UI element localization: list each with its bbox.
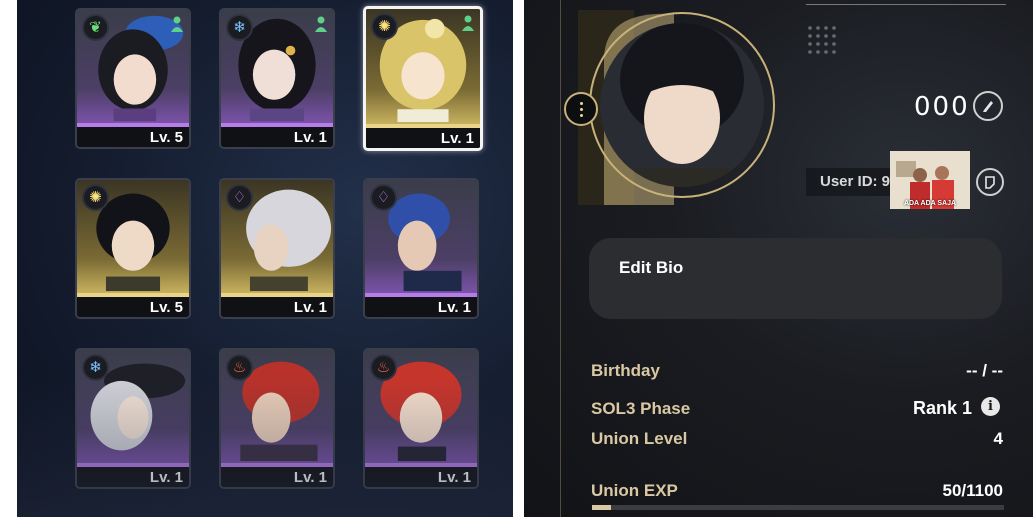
birthday-label: Birthday: [591, 361, 660, 380]
light-icon: ✺: [371, 13, 398, 40]
sol3-phase-value: Rank 1: [912, 398, 972, 418]
character-level: Lv. 1: [77, 467, 189, 487]
light-icon: ✺: [82, 184, 109, 211]
info-icon[interactable]: i: [981, 397, 1000, 416]
decor-divider: [806, 4, 1006, 5]
character-card[interactable]: ♢ Lv. 1: [363, 178, 479, 319]
union-level-value: 4: [993, 429, 1003, 448]
character-card[interactable]: ❄ Lv. 1: [75, 348, 191, 489]
character-level: Lv. 1: [221, 467, 333, 487]
copy-icon: [985, 176, 995, 189]
union-exp-label: Union EXP: [591, 481, 678, 500]
character-card[interactable]: ✺ Lv. 5: [75, 178, 191, 319]
character-card[interactable]: ♨ Lv. 1: [219, 348, 335, 489]
nature-icon: ❦: [82, 14, 109, 41]
character-level: Lv. 1: [221, 127, 333, 147]
union-exp-bar: [592, 505, 1004, 510]
copy-id-button[interactable]: [976, 168, 1004, 196]
pin-badge-icon: [315, 16, 327, 32]
character-card-selected[interactable]: ✺ Lv. 1: [363, 6, 483, 151]
void-icon: ♢: [370, 184, 397, 211]
birthday-value: -- / --: [966, 361, 1003, 380]
frost-icon: ❄: [82, 354, 109, 381]
video-caption: ADA ADA SAJA: [903, 200, 957, 207]
edit-bio-box[interactable]: Edit Bio: [589, 238, 1002, 319]
decor-divider: [560, 0, 561, 517]
profile-panel: 000 User ID: 9 ADA ADA SAJA Edit Bio Bir…: [524, 0, 1033, 517]
more-options-button[interactable]: [564, 92, 598, 126]
video-overlay-thumbnail: ADA ADA SAJA: [890, 151, 970, 209]
frost-icon: ❄: [226, 14, 253, 41]
void-icon: ♢: [226, 184, 253, 211]
character-roster-panel: ❦ Lv. 5 ❄ Lv. 1 ✺ Lv. 1 ✺ Lv. 5 ♢ Lv. 1 …: [17, 0, 513, 517]
union-level-label: Union Level: [591, 429, 688, 448]
pin-badge-icon: [171, 16, 183, 32]
character-card[interactable]: ♢ Lv. 1: [219, 178, 335, 319]
character-card[interactable]: ❦ Lv. 5: [75, 8, 191, 149]
fire-icon: ♨: [226, 354, 253, 381]
dot-grid-icon: [808, 26, 836, 54]
pencil-icon: [983, 101, 993, 112]
more-dots-icon: [579, 101, 583, 117]
sol3-phase-label: SOL3 Phase: [591, 399, 691, 418]
pin-badge-icon: [462, 15, 474, 31]
character-level: Lv. 1: [365, 467, 477, 487]
edit-bio-label: Edit Bio: [619, 258, 684, 277]
character-card[interactable]: ♨ Lv. 1: [363, 348, 479, 489]
character-level: Lv. 1: [221, 297, 333, 317]
player-name: 000: [914, 92, 970, 122]
union-exp-value: 50/1100: [942, 481, 1003, 500]
character-card[interactable]: ❄ Lv. 1: [219, 8, 335, 149]
character-level: Lv. 5: [77, 127, 189, 147]
union-exp-fill: [592, 505, 611, 510]
profile-avatar[interactable]: [564, 0, 794, 215]
character-level: Lv. 1: [366, 128, 480, 148]
character-level: Lv. 1: [365, 297, 477, 317]
user-id-text: User ID: 9: [806, 168, 891, 196]
character-level: Lv. 5: [77, 297, 189, 317]
edit-name-button[interactable]: [973, 91, 1003, 121]
fire-icon: ♨: [370, 354, 397, 381]
